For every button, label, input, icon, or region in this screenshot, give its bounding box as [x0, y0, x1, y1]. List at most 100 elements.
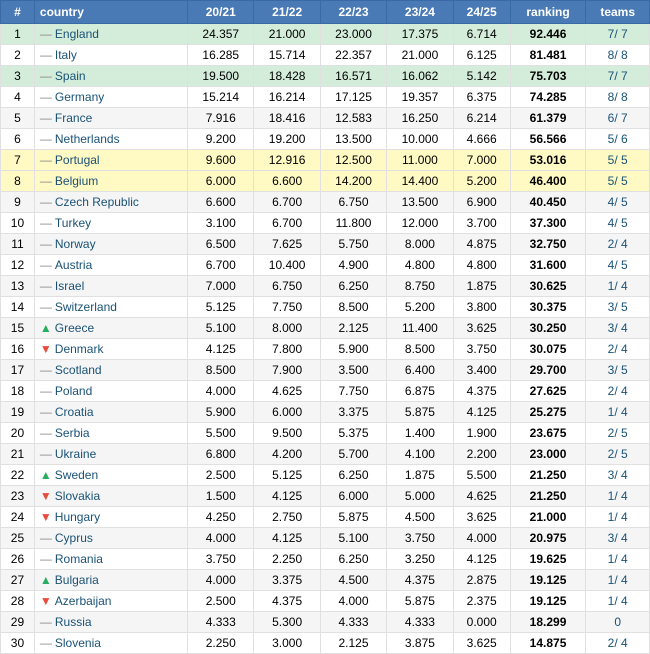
rank-cell: 30: [1, 633, 35, 654]
rank-cell: 25: [1, 528, 35, 549]
teams-cell: 3/ 5: [586, 360, 650, 381]
country-name: Scotland: [55, 363, 102, 377]
trend-neutral-icon: —: [40, 90, 52, 104]
col-country: country: [34, 1, 187, 24]
y2223-cell: 4.000: [320, 591, 386, 612]
table-row: 28▼Azerbaijan2.5004.3754.0005.8752.37519…: [1, 591, 650, 612]
table-row: 13—Israel7.0006.7506.2508.7501.87530.625…: [1, 276, 650, 297]
y2425-cell: 4.125: [453, 402, 510, 423]
country-cell: —Turkey: [34, 213, 187, 234]
teams-cell: 0: [586, 612, 650, 633]
table-row: 27▲Bulgaria4.0003.3754.5004.3752.87519.1…: [1, 570, 650, 591]
table-row: 19—Croatia5.9006.0003.3755.8754.12525.27…: [1, 402, 650, 423]
ranking-cell: 20.975: [510, 528, 586, 549]
country-cell: ▼Hungary: [34, 507, 187, 528]
country-name: Serbia: [55, 426, 90, 440]
teams-cell: 5/ 5: [586, 150, 650, 171]
y2223-cell: 14.200: [320, 171, 386, 192]
rank-cell: 15: [1, 318, 35, 339]
teams-cell: 3/ 4: [586, 465, 650, 486]
trend-neutral-icon: —: [40, 216, 52, 230]
country-name: Spain: [55, 69, 86, 83]
rank-cell: 9: [1, 192, 35, 213]
y2223-cell: 5.900: [320, 339, 386, 360]
country-name: Italy: [55, 48, 77, 62]
ranking-cell: 46.400: [510, 171, 586, 192]
table-row: 22▲Sweden2.5005.1256.2501.8755.50021.250…: [1, 465, 650, 486]
teams-cell: 5/ 5: [586, 171, 650, 192]
y2122-cell: 8.000: [254, 318, 320, 339]
y2122-cell: 9.500: [254, 423, 320, 444]
y2425-cell: 6.714: [453, 24, 510, 45]
country-cell: —Portugal: [34, 150, 187, 171]
rank-cell: 20: [1, 423, 35, 444]
y2223-cell: 23.000: [320, 24, 386, 45]
country-cell: —England: [34, 24, 187, 45]
y2324-cell: 4.375: [387, 570, 453, 591]
y2324-cell: 5.000: [387, 486, 453, 507]
teams-cell: 3/ 5: [586, 297, 650, 318]
y2021-cell: 3.100: [188, 213, 254, 234]
ranking-cell: 74.285: [510, 87, 586, 108]
table-row: 9—Czech Republic6.6006.7006.75013.5006.9…: [1, 192, 650, 213]
teams-cell: 1/ 4: [586, 570, 650, 591]
ranking-cell: 32.750: [510, 234, 586, 255]
ranking-cell: 31.600: [510, 255, 586, 276]
rank-cell: 29: [1, 612, 35, 633]
y2021-cell: 6.600: [188, 192, 254, 213]
y2021-cell: 6.700: [188, 255, 254, 276]
y2122-cell: 21.000: [254, 24, 320, 45]
ranking-cell: 27.625: [510, 381, 586, 402]
rank-cell: 11: [1, 234, 35, 255]
y2324-cell: 16.062: [387, 66, 453, 87]
y2122-cell: 6.750: [254, 276, 320, 297]
y2425-cell: 4.125: [453, 549, 510, 570]
y2122-cell: 10.400: [254, 255, 320, 276]
y2324-cell: 11.400: [387, 318, 453, 339]
rank-cell: 26: [1, 549, 35, 570]
table-row: 25—Cyprus4.0004.1255.1003.7504.00020.975…: [1, 528, 650, 549]
country-cell: —Slovenia: [34, 633, 187, 654]
ranking-cell: 30.625: [510, 276, 586, 297]
y2223-cell: 6.250: [320, 276, 386, 297]
y2122-cell: 16.214: [254, 87, 320, 108]
trend-neutral-icon: —: [40, 132, 52, 146]
y2324-cell: 6.400: [387, 360, 453, 381]
y2324-cell: 4.500: [387, 507, 453, 528]
col-ranking: ranking: [510, 1, 586, 24]
country-name: Belgium: [55, 174, 98, 188]
trend-neutral-icon: —: [40, 447, 52, 461]
y2425-cell: 3.625: [453, 318, 510, 339]
y2223-cell: 8.500: [320, 297, 386, 318]
y2425-cell: 6.125: [453, 45, 510, 66]
ranking-cell: 37.300: [510, 213, 586, 234]
y2122-cell: 2.750: [254, 507, 320, 528]
y2122-cell: 4.375: [254, 591, 320, 612]
y2425-cell: 3.625: [453, 507, 510, 528]
table-row: 21—Ukraine6.8004.2005.7004.1002.20023.00…: [1, 444, 650, 465]
y2021-cell: 15.214: [188, 87, 254, 108]
trend-neutral-icon: —: [40, 384, 52, 398]
ranking-cell: 19.125: [510, 570, 586, 591]
trend-neutral-icon: —: [40, 531, 52, 545]
country-name: Denmark: [55, 342, 104, 356]
y2425-cell: 6.900: [453, 192, 510, 213]
ranking-cell: 29.700: [510, 360, 586, 381]
country-name: Austria: [55, 258, 92, 272]
trend-neutral-icon: —: [40, 195, 52, 209]
country-cell: —Scotland: [34, 360, 187, 381]
y2021-cell: 7.000: [188, 276, 254, 297]
col-teams: teams: [586, 1, 650, 24]
country-cell: —Norway: [34, 234, 187, 255]
country-name: England: [55, 27, 99, 41]
trend-neutral-icon: —: [40, 636, 52, 650]
country-cell: —Czech Republic: [34, 192, 187, 213]
teams-cell: 2/ 4: [586, 234, 650, 255]
y2122-cell: 5.125: [254, 465, 320, 486]
y2425-cell: 3.750: [453, 339, 510, 360]
y2223-cell: 4.500: [320, 570, 386, 591]
y2021-cell: 24.357: [188, 24, 254, 45]
country-name: Azerbaijan: [55, 594, 112, 608]
ranking-cell: 21.000: [510, 507, 586, 528]
rankings-table: # country 20/21 21/22 22/23 23/24 24/25 …: [0, 0, 650, 654]
